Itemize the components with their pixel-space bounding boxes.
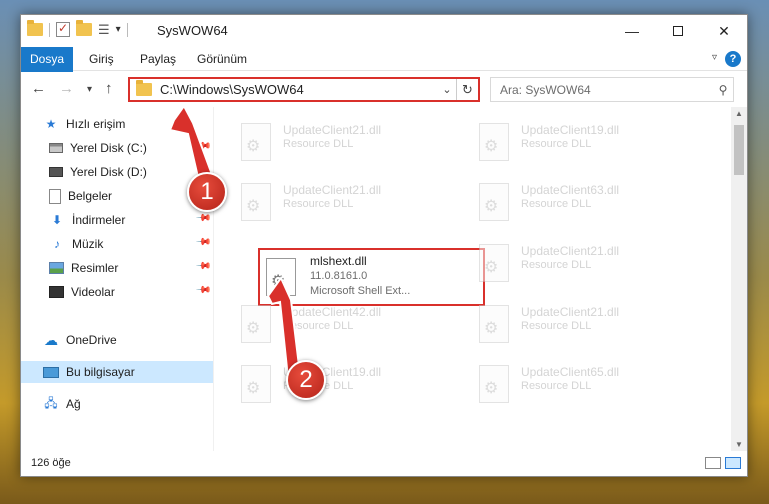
step-1-badge: 1 (187, 172, 227, 212)
step-2-badge: 2 (286, 360, 326, 400)
annotation-arrow-1 (168, 104, 302, 380)
